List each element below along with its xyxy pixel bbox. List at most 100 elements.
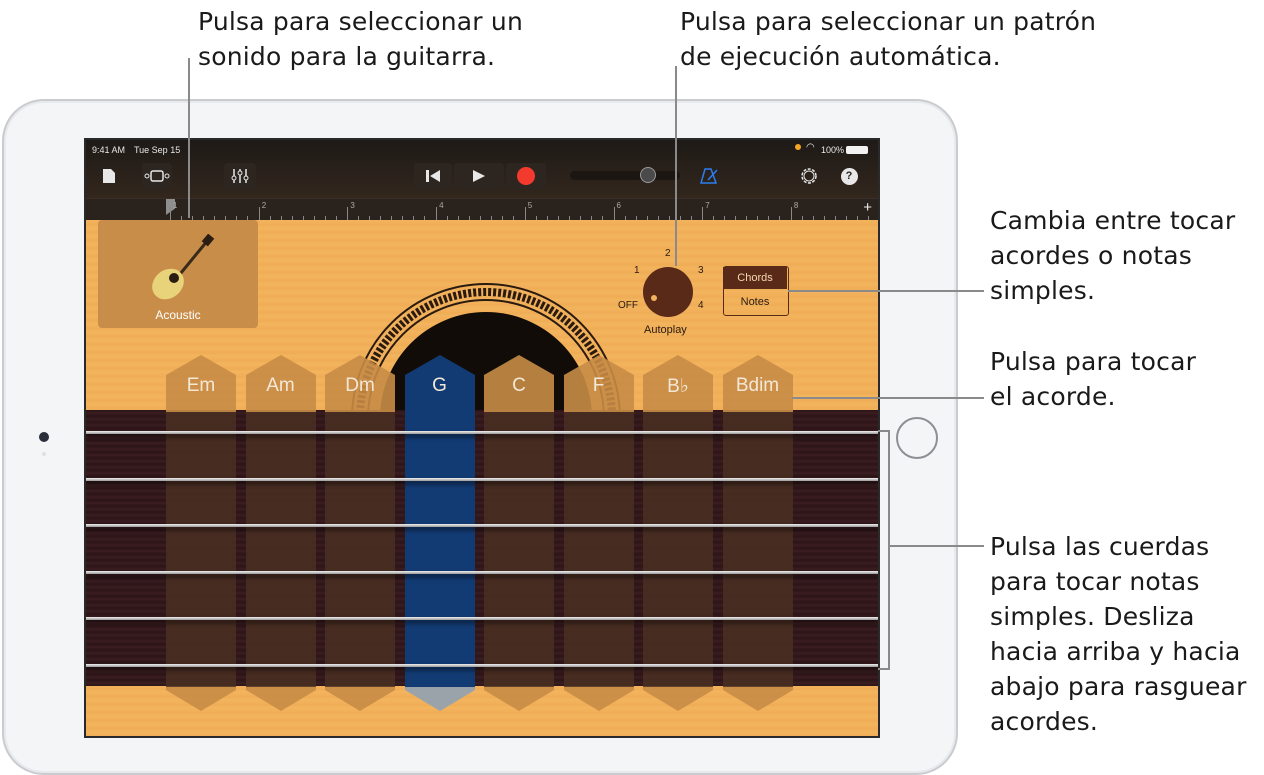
callout-text: de ejecución automática. [680, 42, 1001, 71]
autoplay-1[interactable]: 1 [634, 265, 640, 276]
chord-label: Dm [345, 375, 375, 396]
bar-number: 2 [261, 201, 267, 210]
callout-text: Pulsa para seleccionar un patrón [680, 7, 1097, 36]
tracks-view-icon [144, 170, 170, 182]
chord-strip[interactable]: G [404, 355, 475, 715]
volume-slider-thumb[interactable] [640, 167, 656, 183]
callout-line [788, 290, 984, 292]
callout-text: Cambia entre tocar [990, 206, 1236, 235]
guitar-string[interactable] [86, 617, 878, 620]
chord-strip-shape [484, 355, 554, 711]
timeline-ruler[interactable]: + 1 2 3 4 5 6 7 8 [86, 198, 878, 221]
knob-indicator [651, 295, 657, 301]
ruler-tick [702, 207, 704, 221]
callout-text: sonido para la guitarra. [198, 42, 496, 71]
chord-label: G [432, 375, 447, 396]
camera-icon [39, 432, 49, 442]
callout-line [792, 397, 984, 399]
chord-strip[interactable]: Bdim [722, 355, 793, 715]
autoplay-2[interactable]: 2 [665, 248, 671, 259]
callout-line [188, 58, 190, 218]
record-button[interactable] [506, 163, 546, 189]
ruler-tick [524, 207, 526, 221]
guitar-string[interactable] [86, 570, 878, 574]
play-button[interactable] [454, 163, 504, 189]
settings-button[interactable] [796, 163, 822, 189]
add-section-button[interactable]: + [863, 199, 872, 216]
chord-strip[interactable]: Am [245, 355, 316, 715]
ruler-tick [790, 207, 792, 221]
callout-bracket [878, 668, 889, 670]
chord-strip-shape [722, 355, 793, 711]
callout-text: Pulsa para seleccionar un [198, 7, 523, 36]
bar-number: 7 [705, 201, 710, 210]
rewind-icon [426, 170, 440, 182]
chord-label: Bdim [735, 375, 780, 396]
callout-text: para tocar notas [990, 567, 1200, 596]
autoplay-3[interactable]: 3 [698, 265, 704, 276]
guitar-string[interactable] [86, 663, 878, 667]
status-date: Tue Sep 15 [134, 145, 181, 155]
help-button[interactable]: ? [838, 163, 860, 189]
recording-indicator-icon [795, 144, 801, 150]
document-icon [103, 169, 115, 183]
chord-strip[interactable]: B♭ [643, 355, 713, 715]
status-time: 9:41 AM [92, 145, 126, 155]
garageband-screen: 9:41 AM Tue Sep 15 ◠ 100% ? + 1 2 3 4 5 … [84, 138, 880, 738]
callout-line [889, 545, 984, 547]
callout-text: hacia arriba y hacia [990, 637, 1241, 666]
home-button[interactable] [896, 417, 938, 459]
play-icon [473, 170, 485, 182]
battery-percent: 100% [821, 145, 845, 155]
tracks-view-button[interactable] [142, 163, 172, 189]
my-songs-button[interactable] [96, 163, 122, 189]
callout-mode: Cambia entre tocar acordes o notas simpl… [990, 203, 1235, 308]
callout-text: acordes o notas [990, 241, 1192, 270]
chord-strip-shape [643, 355, 713, 711]
autoplay-4[interactable]: 4 [698, 300, 704, 311]
callout-text: simples. Desliza [990, 602, 1195, 631]
settings-icon [801, 168, 817, 184]
callout-strings: Pulsa las cuerdas para tocar notas simpl… [990, 529, 1247, 739]
chord-strip-shape [563, 355, 634, 711]
callout-text: abajo para rasguear [990, 672, 1247, 701]
ruler-tick [436, 207, 438, 221]
instrument-selector[interactable]: Acoustic [98, 220, 258, 328]
chord-strip[interactable]: Dm [325, 355, 395, 715]
bar-number: 5 [527, 201, 533, 210]
callout-text: Pulsa las cuerdas [990, 532, 1210, 561]
callout-text: simples. [990, 276, 1096, 305]
chord-strip[interactable]: C [484, 355, 554, 715]
chord-strip[interactable]: F [563, 355, 634, 715]
chord-label: C [512, 375, 526, 396]
bar-number: 3 [350, 201, 355, 210]
metronome-button[interactable] [696, 163, 722, 189]
battery-icon [846, 146, 868, 154]
rewind-button[interactable] [414, 163, 452, 189]
chord-strip-shape [245, 355, 316, 711]
autoplay-label: Autoplay [644, 324, 687, 336]
chord-label: B♭ [667, 376, 689, 397]
chord-strip[interactable]: Em [166, 355, 236, 715]
autoplay-knob-dial[interactable] [643, 267, 693, 317]
volume-slider[interactable] [570, 167, 680, 183]
callout-bracket [878, 430, 889, 432]
ruler-tick [347, 207, 349, 221]
autoplay-off[interactable]: OFF [618, 300, 638, 311]
guitar-string[interactable] [86, 431, 878, 434]
callout-text: acordes. [990, 707, 1099, 736]
chord-strip-shape [325, 355, 395, 711]
guitar-string[interactable] [86, 477, 878, 481]
mixer-button[interactable] [224, 163, 256, 189]
callout-text: el acorde. [990, 382, 1116, 411]
instrument-name: Acoustic [155, 308, 201, 322]
callout-sound: Pulsa para seleccionar un sonido para la… [198, 4, 523, 74]
chord-strip-shape [166, 355, 236, 711]
callout-text: Pulsa para tocar [990, 347, 1197, 376]
chords-toggle[interactable]: Chords [723, 267, 787, 289]
control-bar: 9:41 AM Tue Sep 15 ◠ 100% ? + 1 2 3 4 5 … [86, 140, 878, 221]
ruler-tick [170, 207, 171, 221]
guitar-string[interactable] [86, 524, 878, 527]
callout-bracket [888, 430, 890, 670]
notes-toggle[interactable]: Notes [723, 291, 787, 313]
